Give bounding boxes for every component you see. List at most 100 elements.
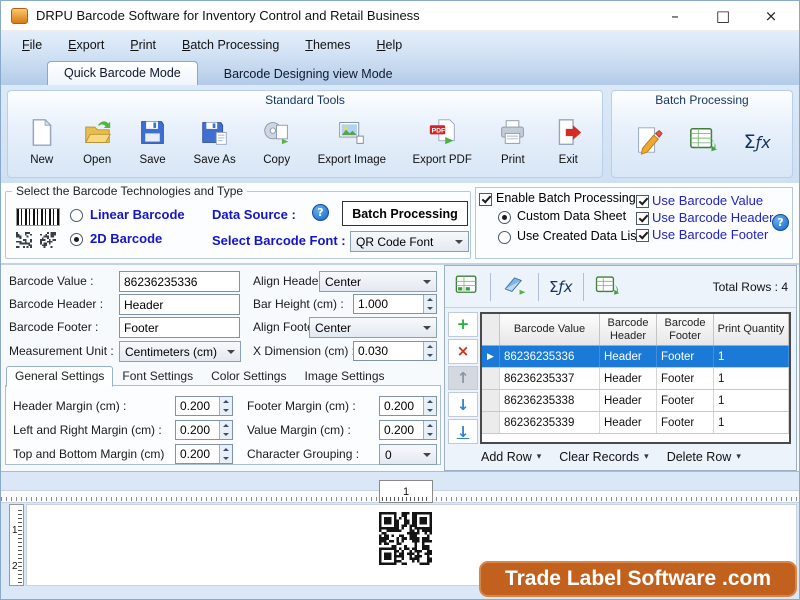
custom-data-sheet-label[interactable]: Custom Data Sheet [517,209,626,223]
save-button[interactable]: Save [134,116,171,168]
move-up-button[interactable]: ↑ [448,366,478,391]
barcode-footer-input[interactable] [119,317,240,338]
open-folder-icon [83,118,112,152]
measurement-unit-select[interactable]: Centimeters (cm) [119,341,241,362]
tab-quick-barcode-mode[interactable]: Quick Barcode Mode [47,61,198,85]
value-margin-spinner[interactable] [379,420,437,440]
settings-tab-bar: General Settings Font Settings Color Set… [6,366,394,387]
standard-tools-group: Standard Tools New Open Save Save As Cop… [7,90,603,178]
data-source-help-icon[interactable]: ? [312,204,329,221]
use-barcode-value-label[interactable]: Use Barcode Value [652,193,763,208]
minimize-button[interactable]: – [665,6,685,26]
spinner-buttons[interactable] [423,295,436,313]
use-barcode-header-label[interactable]: Use Barcode Header [652,210,773,225]
custom-data-sheet-radio[interactable] [498,211,511,224]
table-row[interactable]: 86236235337 Header Footer 1 [482,368,789,390]
use-barcode-header-checkbox[interactable] [636,212,649,225]
row-buttons-strip: + × ↑ ↓ ↓ [448,312,478,444]
grid-zone: + × ↑ ↓ ↓ Barcode Value Barcode Header B… [448,312,791,444]
col-print-quantity[interactable]: Print Quantity [714,314,789,345]
menu-themes[interactable]: Themes [292,35,363,55]
table-row[interactable]: ▶ 86236235336 Header Footer 1 [482,346,789,368]
tab-image-settings[interactable]: Image Settings [295,366,393,387]
footer-margin-spinner[interactable] [379,396,437,416]
batch-help-icon[interactable]: ? [772,214,789,231]
created-data-list-label[interactable]: Use Created Data List [517,229,640,243]
copy-data-icon[interactable] [501,272,528,302]
barcode-header-input[interactable] [119,294,240,315]
add-row-icon-button[interactable]: + [448,312,478,337]
bar-height-spinner[interactable] [353,294,437,314]
batch-excel-button[interactable] [684,123,722,162]
batch-formula-button[interactable]: Σƒx [740,129,775,155]
table-row[interactable]: 86236235339 Header Footer 1 [482,412,789,434]
print-button[interactable]: Print [494,116,531,168]
header-margin-spinner[interactable] [175,396,233,416]
new-page-icon [27,118,56,152]
barcode-value-input[interactable] [119,271,240,292]
clear-records-button[interactable]: Clear Records▾ [559,450,648,464]
align-header-select[interactable]: Center [319,271,437,292]
use-barcode-value-checkbox[interactable] [636,195,649,208]
2d-barcode-radio[interactable] [70,233,83,246]
menu-export[interactable]: Export [55,35,117,55]
linear-barcode-label[interactable]: Linear Barcode [90,207,185,222]
exit-button[interactable]: Exit [550,116,587,168]
toolbar-divider [490,273,491,301]
menu-batch-processing[interactable]: Batch Processing [169,35,292,55]
close-button[interactable]: × [761,6,781,26]
tab-barcode-designing-view-mode[interactable]: Barcode Designing view Mode [198,63,419,85]
col-barcode-footer[interactable]: Barcode Footer [657,314,714,345]
vertical-ruler: 1 2 [9,504,24,586]
copy-button[interactable]: Copy [258,116,295,168]
character-grouping-select[interactable]: 0 [379,444,437,465]
menu-print[interactable]: Print [117,35,169,55]
batch-edit-button[interactable] [629,123,667,162]
sigma-fx-small-icon[interactable]: Σƒx [549,278,573,296]
x-dimension-spinner[interactable] [353,341,437,361]
spinner-buttons[interactable] [423,342,436,360]
use-barcode-footer-checkbox[interactable] [636,229,649,242]
tab-general-settings[interactable]: General Settings [6,366,113,387]
linear-barcode-radio[interactable] [70,209,83,222]
move-down-button[interactable]: ↓ [448,392,478,417]
mode-tab-bar: Quick Barcode Mode Barcode Designing vie… [1,58,799,85]
batch-processing-button[interactable]: Batch Processing [342,201,468,226]
enable-batch-label[interactable]: Enable Batch Processing [496,191,636,205]
export-image-button[interactable]: Export Image [314,116,390,168]
enable-batch-checkbox[interactable] [479,193,492,206]
menu-file[interactable]: File [9,35,55,55]
2d-barcode-label[interactable]: 2D Barcode [90,231,162,246]
export-pdf-button[interactable]: PDF Export PDF [408,116,475,168]
top-bottom-margin-spinner[interactable] [175,444,233,464]
created-data-list-radio[interactable] [498,231,511,244]
header-margin-label: Header Margin (cm) : [13,396,126,417]
menu-help[interactable]: Help [363,35,415,55]
use-barcode-footer-label[interactable]: Use Barcode Footer [652,227,768,242]
open-button[interactable]: Open [79,116,116,168]
new-button[interactable]: New [23,116,60,168]
delete-row-icon-button[interactable]: × [448,339,478,364]
exit-icon [554,118,583,152]
import-excel-icon[interactable] [453,272,480,302]
tab-color-settings[interactable]: Color Settings [202,366,295,387]
tab-font-settings[interactable]: Font Settings [113,366,202,387]
move-bottom-button[interactable]: ↓ [448,419,478,444]
left-right-margin-spinner[interactable] [175,420,233,440]
save-as-button[interactable]: Save As [190,116,240,168]
col-barcode-value[interactable]: Barcode Value [500,314,600,345]
enable-batch-box: Enable Batch Processing Custom Data Shee… [475,187,793,259]
table-row[interactable]: 86236235338 Header Footer 1 [482,390,789,412]
maximize-button[interactable]: □ [713,6,733,26]
print-icon [498,118,527,152]
grid-header-row: Barcode Value Barcode Header Barcode Foo… [482,314,789,346]
add-row-button[interactable]: Add Row▾ [481,450,541,464]
dropdown-arrow-icon: ▾ [644,452,649,462]
col-barcode-header[interactable]: Barcode Header [600,314,657,345]
barcode-font-select[interactable]: QR Code Font [350,231,469,252]
titlebar: DRPU Barcode Software for Inventory Cont… [1,1,799,31]
align-footer-select[interactable]: Center [309,317,437,338]
matrix-icon-2 [40,232,56,248]
export-excel-icon[interactable] [594,272,621,302]
delete-row-button[interactable]: Delete Row▾ [667,450,741,464]
